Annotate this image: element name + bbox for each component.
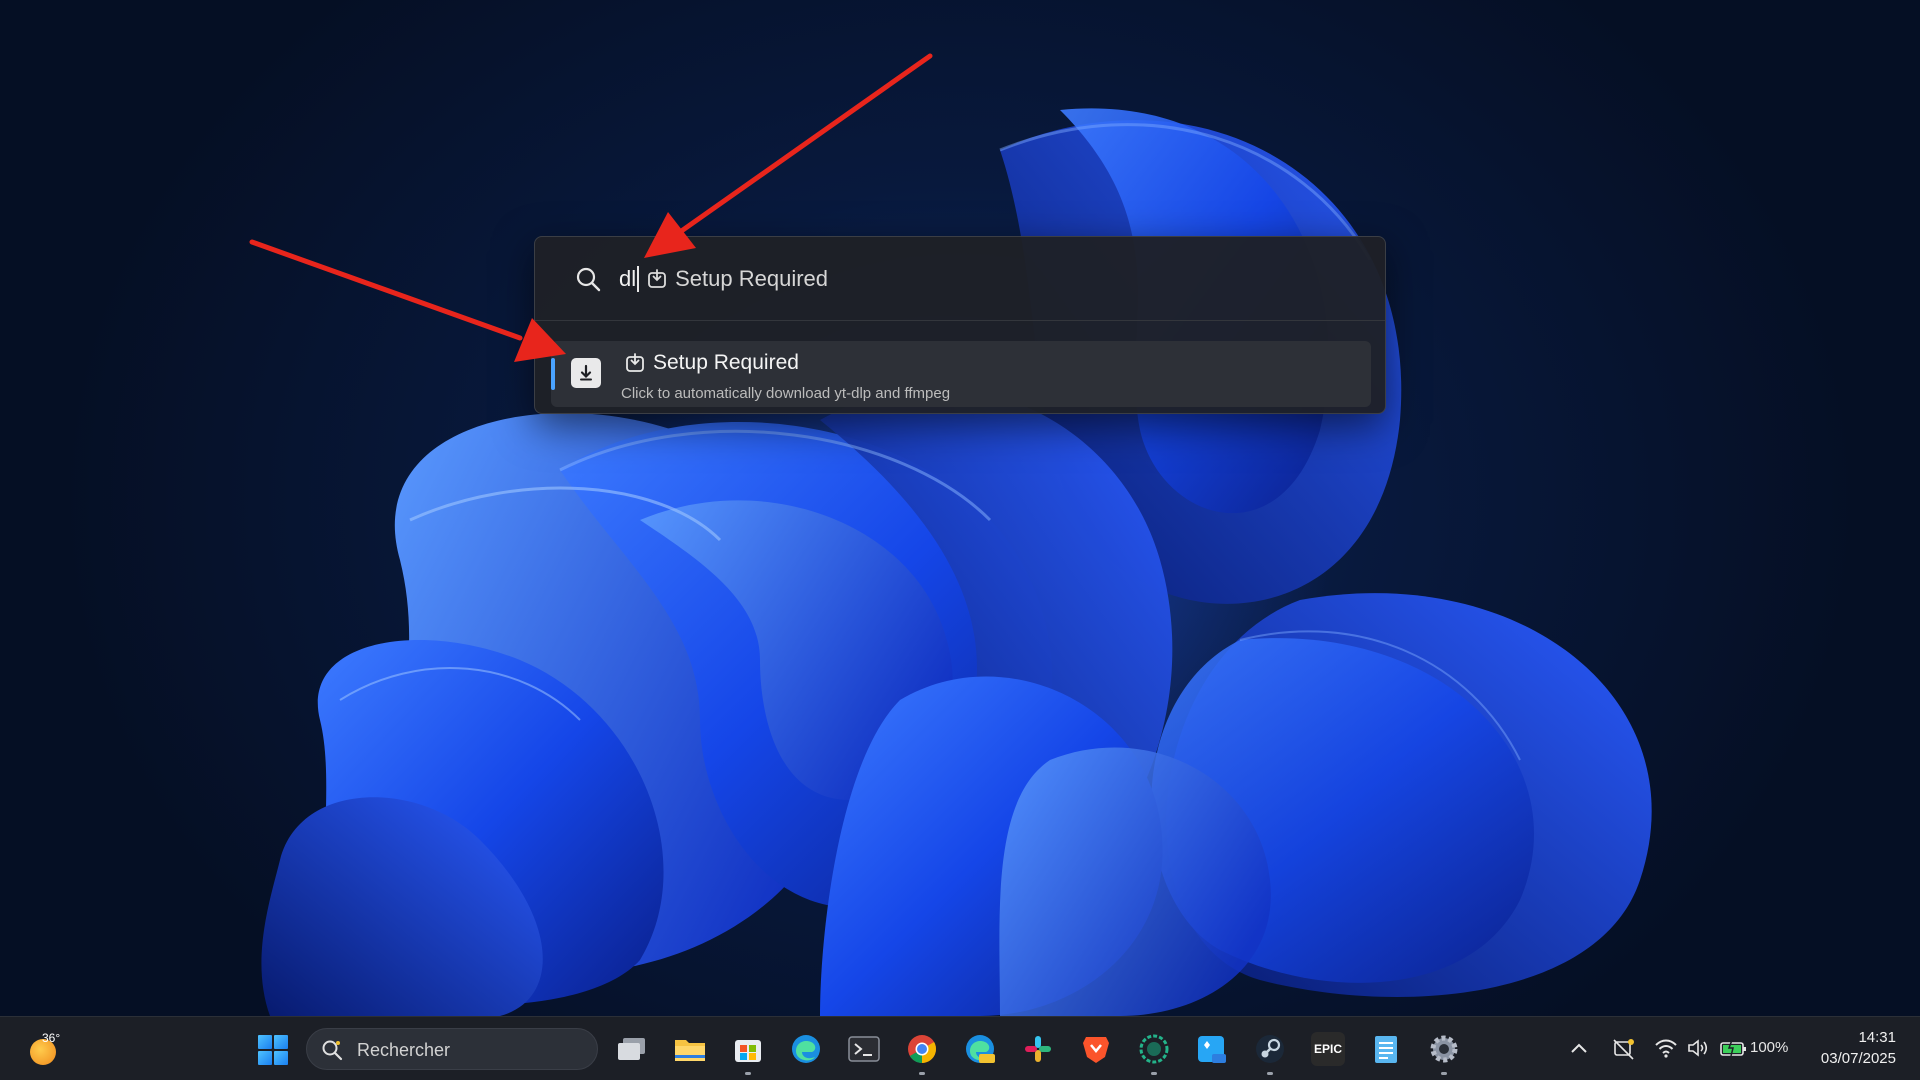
clock[interactable]: 14:31 03/07/2025 xyxy=(1821,1027,1896,1069)
epic-games-label: EPIC xyxy=(1313,1042,1342,1056)
text-caret xyxy=(637,266,640,292)
download-box-icon xyxy=(648,269,667,288)
microsoft-store-icon[interactable] xyxy=(731,1032,765,1066)
epic-games-icon[interactable]: EPIC xyxy=(1311,1032,1345,1066)
result-subtitle: Click to automatically download yt-dlp a… xyxy=(621,385,951,402)
download-app-icon xyxy=(571,358,601,388)
running-indicator xyxy=(1441,1072,1447,1075)
search-input[interactable]: dl Setup Required xyxy=(619,263,828,295)
download-box-icon xyxy=(626,353,644,372)
task-view-icon[interactable] xyxy=(615,1032,649,1066)
search-icon xyxy=(576,267,601,292)
file-explorer-icon[interactable] xyxy=(673,1032,707,1066)
battery-charging-icon[interactable] xyxy=(1720,1039,1748,1057)
edge-icon[interactable] xyxy=(789,1032,823,1066)
inline-suggestion: Setup Required xyxy=(643,266,828,292)
taskbar: 36° Rechercher EPIC 100% 14:31 03/07/202… xyxy=(0,1016,1920,1080)
terminal-icon[interactable] xyxy=(847,1032,881,1066)
search-row: dl Setup Required xyxy=(535,237,1385,321)
edge-canary-icon[interactable] xyxy=(963,1032,997,1066)
photo-editor-preview-icon[interactable] xyxy=(1195,1032,1229,1066)
running-indicator xyxy=(1151,1072,1157,1075)
app-circle-icon[interactable] xyxy=(1137,1032,1171,1066)
taskbar-search-box[interactable]: Rechercher xyxy=(306,1028,598,1070)
wifi-icon[interactable] xyxy=(1654,1037,1678,1059)
settings-icon[interactable] xyxy=(1427,1032,1461,1066)
steam-icon[interactable] xyxy=(1253,1032,1287,1066)
clock-date: 03/07/2025 xyxy=(1820,1050,1896,1067)
running-indicator xyxy=(919,1072,925,1075)
result-item-setup-required[interactable]: Setup Required Click to automatically do… xyxy=(551,341,1371,407)
chrome-icon[interactable] xyxy=(905,1032,939,1066)
weather-widget[interactable]: 36° xyxy=(26,1031,66,1067)
windows-logo-tile xyxy=(274,1035,288,1049)
search-icon xyxy=(322,1040,343,1061)
clock-time: 14:31 xyxy=(1858,1029,1896,1046)
running-indicator xyxy=(1267,1072,1273,1075)
command-launcher: dl Setup Required Setup Required Click t… xyxy=(534,236,1386,414)
brave-icon[interactable] xyxy=(1079,1032,1113,1066)
desktop-wallpaper xyxy=(0,0,1920,1016)
start-button[interactable] xyxy=(258,1035,288,1065)
weather-temperature: 36° xyxy=(42,1031,61,1045)
running-indicator xyxy=(745,1072,751,1075)
volume-icon[interactable] xyxy=(1686,1037,1710,1059)
inline-suggestion-text: Setup Required xyxy=(675,266,829,291)
notepad-icon[interactable] xyxy=(1369,1032,1403,1066)
selection-indicator xyxy=(551,358,555,390)
battery-percentage: 100% xyxy=(1750,1039,1789,1056)
result-title: Setup Required xyxy=(653,351,799,374)
windows-logo-tile xyxy=(258,1051,272,1065)
chevron-up-icon[interactable] xyxy=(1570,1041,1588,1055)
bloom-artwork xyxy=(261,108,1652,1016)
notification-muted-icon[interactable] xyxy=(1612,1037,1636,1061)
windows-logo-tile xyxy=(274,1051,288,1065)
result-title-row: Setup Required xyxy=(625,351,799,375)
windows-logo-tile xyxy=(258,1035,272,1049)
query-text: dl xyxy=(619,266,637,291)
slack-icon[interactable] xyxy=(1021,1032,1055,1066)
taskbar-search-placeholder: Rechercher xyxy=(357,1040,451,1060)
